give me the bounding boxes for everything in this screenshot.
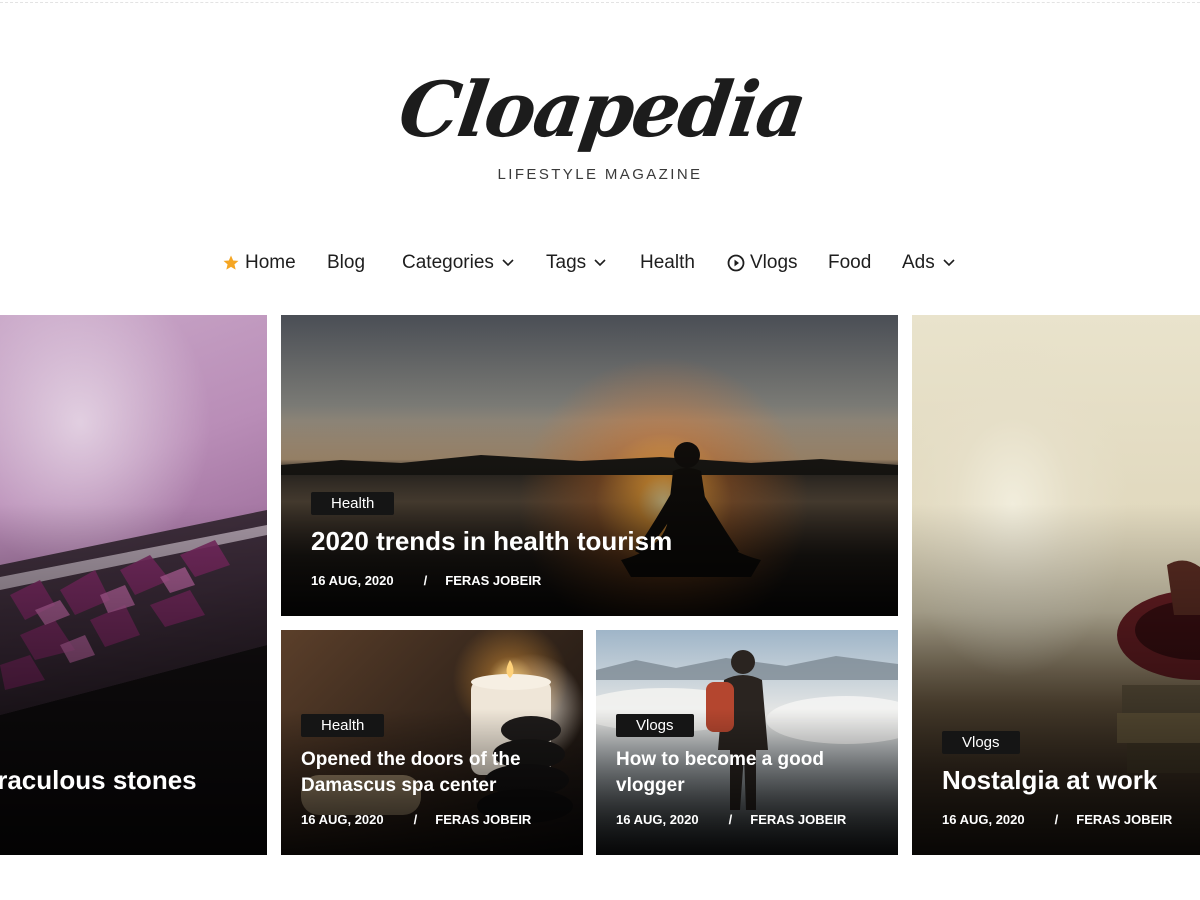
post-title[interactable]: Nostalgia at work — [942, 765, 1157, 796]
post-title: iraculous stones — [0, 765, 197, 795]
nav-item-categories[interactable]: Categories — [402, 245, 514, 281]
category-badge[interactable]: Health — [301, 714, 385, 737]
post-date: 16 AUG, 2020 — [942, 812, 1025, 827]
category-badge[interactable]: Vlogs — [616, 714, 694, 737]
top-divider — [0, 2, 1200, 3]
star-icon — [222, 254, 240, 272]
post-meta: 16 AUG, 2020 / FERAS JOBEIR — [311, 573, 541, 588]
post-author[interactable]: FERAS JOBEIR — [445, 573, 541, 588]
nav-item-blog[interactable]: Blog — [327, 245, 365, 281]
main-navigation: Home Blog Categories Tags Health Vlogs F… — [0, 245, 1200, 281]
nav-label: Vlogs — [750, 252, 798, 273]
post-date: 16 AUG, 2020 — [311, 573, 394, 588]
nav-label: Blog — [327, 252, 366, 273]
post-author[interactable]: FERAS JOBEIR — [1076, 812, 1172, 827]
post-date: 16 AUG, 2020 — [616, 812, 699, 827]
post-meta: 16 AUG, 2020 / FERAS JOBEIR — [616, 812, 846, 827]
nav-label: Ads — [902, 252, 935, 273]
nav-label: Food — [828, 252, 872, 273]
meta-separator: / — [1054, 812, 1059, 827]
post-card-damascus-spa[interactable]: Health Opened the doors of the Damascus … — [281, 630, 583, 855]
nav-label: Tags — [546, 252, 587, 273]
post-card-miraculous-stones[interactable]: iraculous stones — [0, 315, 267, 855]
card-overlay — [281, 315, 898, 616]
nav-label: Health — [640, 252, 695, 273]
chevron-down-icon — [943, 259, 955, 267]
nav-item-home[interactable]: Home — [222, 245, 296, 281]
post-author[interactable]: FERAS JOBEIR — [435, 812, 531, 827]
category-badge[interactable]: Health — [311, 492, 395, 515]
meta-separator: / — [728, 812, 733, 827]
nav-item-ads[interactable]: Ads — [902, 245, 955, 281]
chevron-down-icon — [594, 259, 606, 267]
nav-item-food[interactable]: Food — [828, 245, 871, 281]
post-title-line: vlogger — [616, 775, 685, 796]
site-logo[interactable]: Cloapedia LIFESTYLE MAGAZINE — [394, 62, 811, 192]
post-title-line: Opened the doors of the — [301, 749, 521, 770]
post-author[interactable]: FERAS JOBEIR — [750, 812, 846, 827]
category-badge[interactable]: Vlogs — [942, 731, 1020, 754]
nav-item-vlogs[interactable]: Vlogs — [727, 245, 798, 281]
post-date: 16 AUG, 2020 — [301, 812, 384, 827]
logo-tagline: LIFESTYLE MAGAZINE — [497, 166, 703, 183]
nav-item-health[interactable]: Health — [640, 245, 695, 281]
logo-wordmark: Cloapedia — [393, 65, 811, 154]
post-card-nostalgia-at-work[interactable]: Vlogs Nostalgia at work 16 AUG, 2020 / F… — [912, 315, 1200, 855]
nav-label: Home — [245, 252, 296, 273]
post-title[interactable]: How to become a good vlogger — [616, 747, 824, 799]
post-title[interactable]: 2020 trends in health tourism — [311, 526, 672, 557]
post-card-health-tourism[interactable]: Health 2020 trends in health tourism 16 … — [281, 315, 898, 616]
post-card-good-vlogger[interactable]: Vlogs How to become a good vlogger 16 AU… — [596, 630, 898, 855]
post-title-line: Damascus spa center — [301, 775, 497, 796]
post-meta: 16 AUG, 2020 / FERAS JOBEIR — [942, 812, 1172, 827]
post-title[interactable]: Opened the doors of the Damascus spa cen… — [301, 747, 521, 799]
post-meta: 16 AUG, 2020 / FERAS JOBEIR — [301, 812, 531, 827]
meta-separator: / — [413, 812, 418, 827]
play-circle-icon — [727, 254, 745, 272]
post-title-line: How to become a good — [616, 749, 824, 770]
chevron-down-icon — [502, 259, 514, 267]
nav-item-tags[interactable]: Tags — [546, 245, 606, 281]
meta-separator: / — [423, 573, 428, 588]
nav-label: Categories — [402, 252, 494, 273]
